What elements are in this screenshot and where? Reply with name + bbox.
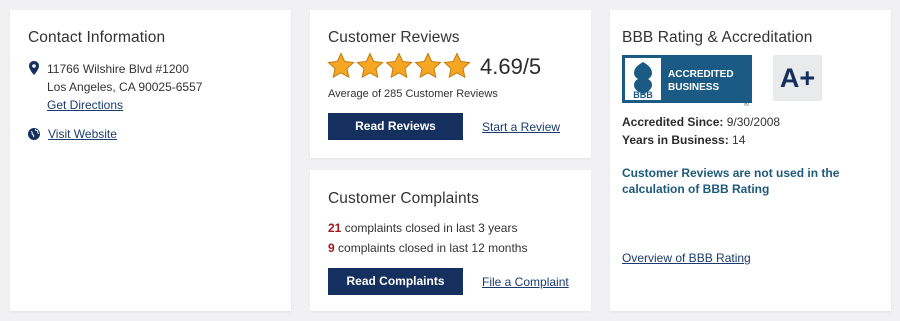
address-line-1: 11766 Wilshire Blvd #1200 [47,62,189,76]
visit-website-link[interactable]: Visit Website [48,127,117,141]
complaints-card: Customer Complaints 21 complaints closed… [310,170,591,311]
map-pin-icon [29,61,39,75]
rating-notice: Customer Reviews are not used in the cal… [622,166,840,196]
seal-line-2: BUSINESS [668,82,719,93]
average-reviews-text: Average of 285 Customer Reviews [328,88,498,100]
star-icon [414,52,442,79]
contact-card: Contact Information 11766 Wilshire Blvd … [10,10,291,311]
website-row: Visit Website [28,127,117,141]
svg-text:®: ® [744,100,750,107]
seal-logo-text: BBB [633,90,653,100]
reviews-card: Customer Reviews 4.69/5 Average of 285 C… [310,10,591,158]
bbb-grade-badge: A+ [773,55,822,101]
complaints-title: Customer Complaints [328,190,479,207]
years-in-business: Years in Business: 14 [622,133,745,147]
star-rating [327,52,471,80]
accredited-label: Accredited Since: [622,115,724,129]
bbb-title: BBB Rating & Accreditation [622,29,813,46]
get-directions-link[interactable]: Get Directions [47,96,123,114]
bbb-accredited-seal[interactable]: BBB ACCREDITED BUSINESS ® [622,55,752,107]
star-icon [443,52,471,79]
complaint-text: complaints closed in last 12 months [334,241,528,255]
star-icon [327,52,355,79]
read-complaints-button[interactable]: Read Complaints [328,268,463,295]
reviews-title: Customer Reviews [328,29,460,46]
seal-line-1: ACCREDITED [668,69,734,80]
bbb-rating-card: BBB Rating & Accreditation BBB ACCREDITE… [610,10,891,311]
accredited-since: Accredited Since: 9/30/2008 [622,115,780,129]
complaints-3-years: 21 complaints closed in last 3 years [328,221,517,235]
globe-icon [28,128,40,140]
complaint-count: 21 [328,221,342,235]
file-complaint-link[interactable]: File a Complaint [482,275,569,289]
address-line-2: Los Angeles, CA 90025-6557 [47,80,203,94]
complaints-12-months: 9 complaints closed in last 12 months [328,241,527,255]
address-block: 11766 Wilshire Blvd #1200 Los Angeles, C… [28,60,202,114]
contact-title: Contact Information [28,29,166,46]
read-reviews-button[interactable]: Read Reviews [328,113,463,140]
rating-value: 4.69/5 [480,54,542,79]
start-review-link[interactable]: Start a Review [482,120,560,134]
star-icon [356,52,384,79]
star-icon [385,52,413,79]
complaint-count: 9 [328,241,335,255]
years-label: Years in Business: [622,133,729,147]
complaint-text: complaints closed in last 3 years [341,221,518,235]
accredited-value: 9/30/2008 [723,115,781,129]
overview-bbb-rating-link[interactable]: Overview of BBB Rating [622,251,751,265]
years-value: 14 [728,133,746,147]
